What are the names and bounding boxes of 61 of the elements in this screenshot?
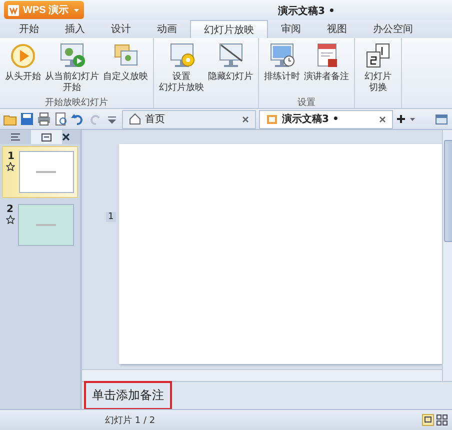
panel-tab[interactable]: [31, 130, 62, 144]
slides-view-icon: [41, 132, 52, 142]
group-label: 设置: [296, 96, 316, 108]
slide-thumbnail[interactable]: [18, 204, 74, 246]
screen-clock-icon: [268, 42, 296, 70]
screen-play-icon: [58, 42, 86, 70]
slide-marker: 1: [106, 212, 116, 222]
document-tab[interactable]: 首页: [122, 110, 256, 128]
ribbon-button[interactable]: 自定义放映: [101, 38, 150, 96]
ribbon-tab[interactable]: 视图: [314, 20, 360, 38]
numbered-pages-icon: [364, 42, 392, 70]
printer-icon[interactable]: [37, 112, 51, 126]
window-title: 演示文稿3 •: [278, 4, 335, 18]
slide-number: 1: [7, 151, 14, 162]
panel-tab[interactable]: [0, 130, 31, 144]
star-icon: [6, 162, 16, 171]
close-icon: [62, 133, 70, 141]
star-icon: [6, 215, 14, 224]
undo-icon[interactable]: [71, 112, 85, 126]
tab-label: 首页: [145, 113, 166, 126]
ribbon-button[interactable]: 设置 幻灯片放映: [157, 38, 206, 96]
ribbon-tab[interactable]: 审阅: [268, 20, 314, 38]
slide-number: 2: [6, 204, 14, 215]
ribbon-button[interactable]: 排练计时: [262, 38, 302, 96]
ribbon-button[interactable]: 从当前幻灯片 开始: [43, 38, 101, 96]
ribbon-button[interactable]: 演讲者备注: [302, 38, 351, 96]
tab-label: 演示文稿3 •: [282, 112, 340, 126]
print-preview-icon[interactable]: [54, 112, 68, 126]
slides-file-icon: [266, 113, 278, 125]
screen-hidden-icon: [216, 42, 244, 70]
close-icon[interactable]: [379, 116, 386, 122]
slide-thumbnail-row[interactable]: 2: [2, 200, 78, 250]
ribbon-button[interactable]: 幻灯片 切换: [358, 38, 398, 96]
document-tab[interactable]: 演示文稿3 •: [259, 110, 393, 128]
ribbon-tab[interactable]: 插入: [52, 20, 98, 38]
grid-view-icon[interactable]: [436, 414, 448, 426]
slide-counter: 幻灯片 1 / 2: [105, 414, 156, 426]
group-label: 开始放映幻灯片: [44, 96, 109, 108]
slide-thumbnail[interactable]: [18, 151, 74, 193]
ribbon-tab[interactable]: 开始: [6, 20, 52, 38]
save-icon[interactable]: [20, 112, 34, 126]
ribbon-button[interactable]: 从头开始: [3, 38, 43, 96]
dropdown-icon[interactable]: [409, 116, 416, 122]
ribbon-tab[interactable]: 设计: [98, 20, 144, 38]
outline-icon: [10, 132, 21, 142]
ribbon-tab[interactable]: 动画: [144, 20, 190, 38]
normal-view-icon[interactable]: [422, 414, 434, 426]
new-tab-icon[interactable]: [396, 114, 406, 124]
ribbon-tab[interactable]: 办公空间: [360, 20, 426, 38]
slide-thumbnail-row[interactable]: 1: [2, 146, 78, 198]
close-button[interactable]: [62, 130, 80, 144]
dropdown-icon: [72, 6, 80, 14]
play-icon: [9, 42, 37, 70]
horizontal-scrollbar[interactable]: [82, 369, 442, 381]
close-icon[interactable]: [242, 116, 249, 122]
ribbon-button[interactable]: 隐藏幻灯片: [206, 38, 255, 96]
ribbon-tab[interactable]: 幻灯片放映: [190, 20, 268, 38]
home-icon: [129, 113, 141, 125]
app-logo-icon: [8, 4, 19, 16]
window-icon[interactable]: [435, 114, 448, 124]
screen-gear-icon: [168, 42, 196, 70]
